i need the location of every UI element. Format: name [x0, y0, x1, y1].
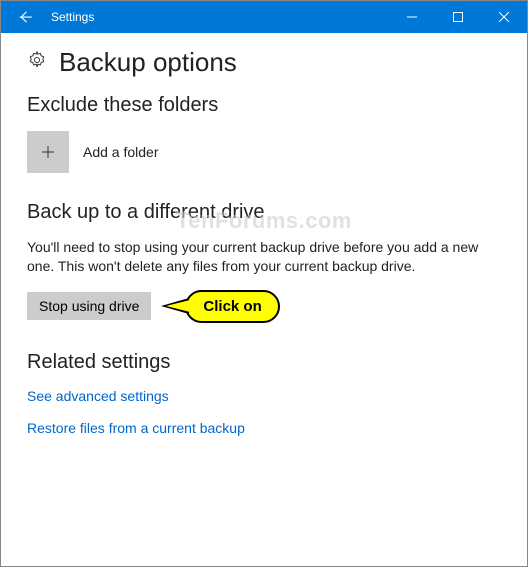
content-area: TenForums.com Backup options Exclude the…: [1, 33, 527, 472]
stop-using-drive-button[interactable]: Stop using drive: [27, 292, 151, 320]
restore-files-link[interactable]: Restore files from a current backup: [27, 420, 501, 436]
add-folder-label: Add a folder: [83, 144, 159, 160]
close-icon: [499, 12, 509, 22]
back-button[interactable]: [1, 1, 49, 33]
annotation-callout: Click on: [185, 290, 279, 323]
related-heading: Related settings: [27, 351, 501, 374]
backup-diff-body: You'll need to stop using your current b…: [27, 238, 497, 276]
advanced-settings-link[interactable]: See advanced settings: [27, 388, 501, 404]
window-controls: [389, 1, 527, 33]
gear-icon: [27, 50, 47, 75]
backup-diff-heading: Back up to a different drive: [27, 201, 501, 224]
stop-drive-row: Stop using drive Click on: [27, 290, 501, 323]
minimize-icon: [407, 12, 417, 22]
arrow-left-icon: [16, 8, 34, 26]
plus-tile: [27, 131, 69, 173]
maximize-button[interactable]: [435, 1, 481, 33]
maximize-icon: [453, 12, 463, 22]
plus-icon: [39, 143, 57, 161]
exclude-heading: Exclude these folders: [27, 94, 501, 117]
close-button[interactable]: [481, 1, 527, 33]
minimize-button[interactable]: [389, 1, 435, 33]
page-header: Backup options: [27, 47, 501, 78]
add-folder-button[interactable]: Add a folder: [27, 131, 501, 173]
page-title: Backup options: [59, 47, 237, 78]
titlebar: Settings: [1, 1, 527, 33]
window-title: Settings: [49, 10, 94, 24]
